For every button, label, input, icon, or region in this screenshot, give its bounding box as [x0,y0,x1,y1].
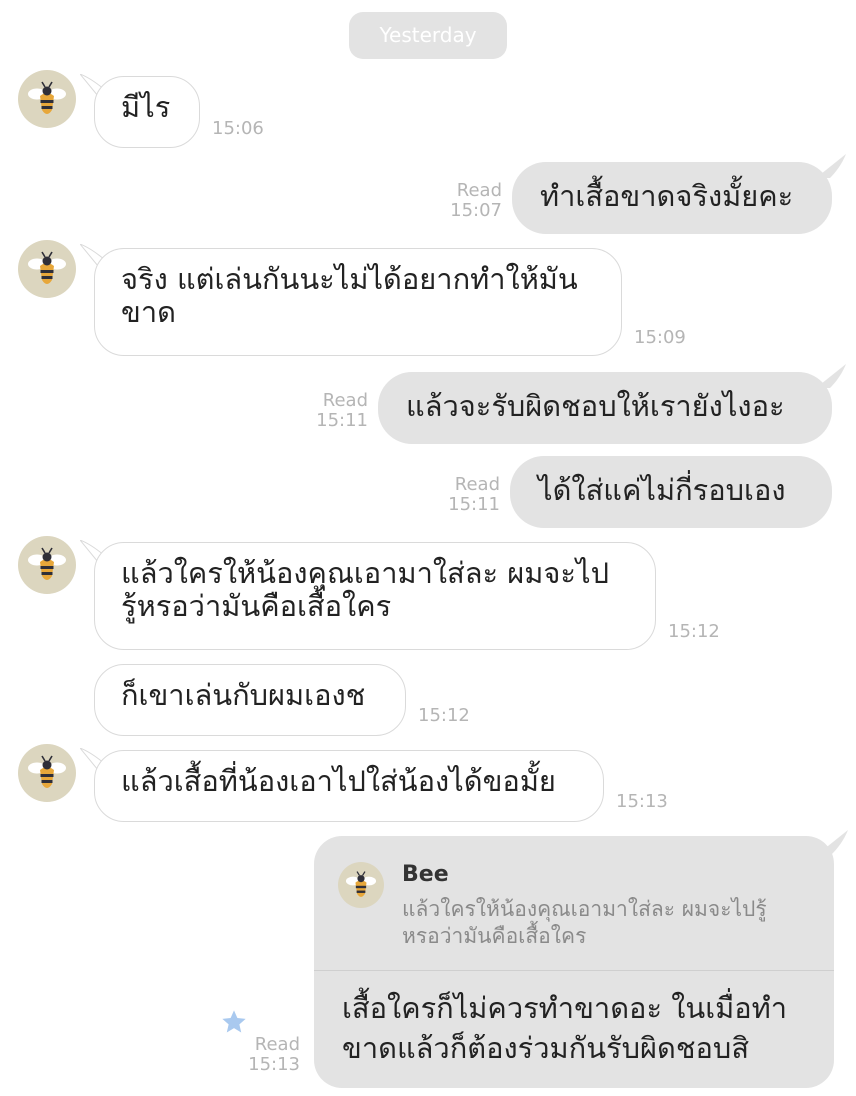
bubble-tail [816,154,846,178]
read-status: Read [322,390,368,411]
message-text: มีไร [121,90,171,124]
quoted-message[interactable]: แล้วใครให้น้องคุณเอามาใส่ละ ผมจะไปรู้ หร… [402,896,822,950]
message-bubble-incoming[interactable]: มีไร [94,76,200,148]
message-text: ได้ใส่แค่ไม่กี่รอบเอง [538,473,786,507]
sender-avatar-bee-icon[interactable] [18,70,76,128]
read-status: Read [454,474,500,495]
quoted-text-line: แล้วใครให้น้องคุณเอามาใส่ละ ผมจะไปรู้ [402,897,767,921]
message-text: แล้วเสื้อที่น้องเอาไปใส่น้องได้ขอมั้ย [121,764,556,798]
message-time: 15:07 [450,200,502,221]
message-bubble-outgoing[interactable]: แล้วจะรับผิดชอบให้เรายังไงอะ [378,372,832,444]
message-text: ทำเสื้อขาดจริงมั้ยคะ [540,179,794,213]
message-text-line: แล้วใครให้น้องคุณเอามาใส่ละ ผมจะไป [121,556,609,590]
message-time: 15:11 [316,410,368,431]
quoted-sender-name: Bee [402,862,449,887]
message-bubble-incoming[interactable]: ก็เขาเล่นกับผมเองช [94,664,406,736]
message-bubble-incoming[interactable]: แล้วใครให้น้องคุณเอามาใส่ละ ผมจะไป รู้หร… [94,542,656,650]
message-meta: Read 15:13 [230,1035,300,1075]
sender-avatar-bee-icon[interactable] [18,744,76,802]
message-bubble-incoming[interactable]: จริง แต่เล่นกันนะไม่ได้อยากทำให้มัน ขาด [94,248,622,356]
message-time: 15:11 [448,494,500,515]
message-text: เสื้อใครก็ไม่ควรทำขาดอะ ในเมื่อทำ ขาดแล้… [342,988,812,1068]
message-text-line: รู้หรอว่ามันคือเสื้อใคร [121,589,392,623]
message-text-line: ขาดแล้วก็ต้องร่วมกันรับผิดชอบสิ [342,1031,750,1065]
sender-avatar-bee-icon[interactable] [18,536,76,594]
sender-avatar-bee-icon[interactable] [18,240,76,298]
read-status: Read [254,1034,300,1055]
message-meta: Read 15:11 [298,391,368,431]
bubble-tail [818,830,848,854]
message-time: 15:13 [616,791,668,812]
message-text-line: ขาด [121,295,176,329]
message-time: 15:12 [418,705,470,726]
quote-divider [314,970,834,971]
message-time: 15:12 [668,621,720,642]
message-text: แล้วจะรับผิดชอบให้เรายังไงอะ [406,389,785,423]
quoted-avatar-bee-icon [338,862,384,908]
message-text: ก็เขาเล่นกับผมเองช [121,678,366,712]
message-bubble-outgoing-reply[interactable]: Bee แล้วใครให้น้องคุณเอามาใส่ละ ผมจะไปรู… [314,836,834,1088]
message-bubble-incoming[interactable]: แล้วเสื้อที่น้องเอาไปใส่น้องได้ขอมั้ย [94,750,604,822]
message-text-line: จริง แต่เล่นกันนะไม่ได้อยากทำให้มัน [121,262,578,296]
quoted-text-line: หรอว่ามันคือเสื้อใคร [402,924,587,948]
message-text-line: เสื้อใครก็ไม่ควรทำขาดอะ ในเมื่อทำ [342,991,788,1025]
message-meta: Read 15:11 [430,475,500,515]
message-time: 15:09 [634,327,686,348]
date-separator: Yesterday [349,12,507,59]
star-icon[interactable] [220,1008,248,1036]
message-time: 15:06 [212,118,264,139]
message-time: 15:13 [248,1054,300,1075]
message-bubble-outgoing[interactable]: ทำเสื้อขาดจริงมั้ยคะ [512,162,832,234]
read-status: Read [456,180,502,201]
bubble-tail [816,364,846,388]
message-meta: Read 15:07 [432,181,502,221]
message-bubble-outgoing[interactable]: ได้ใส่แค่ไม่กี่รอบเอง [510,456,832,528]
